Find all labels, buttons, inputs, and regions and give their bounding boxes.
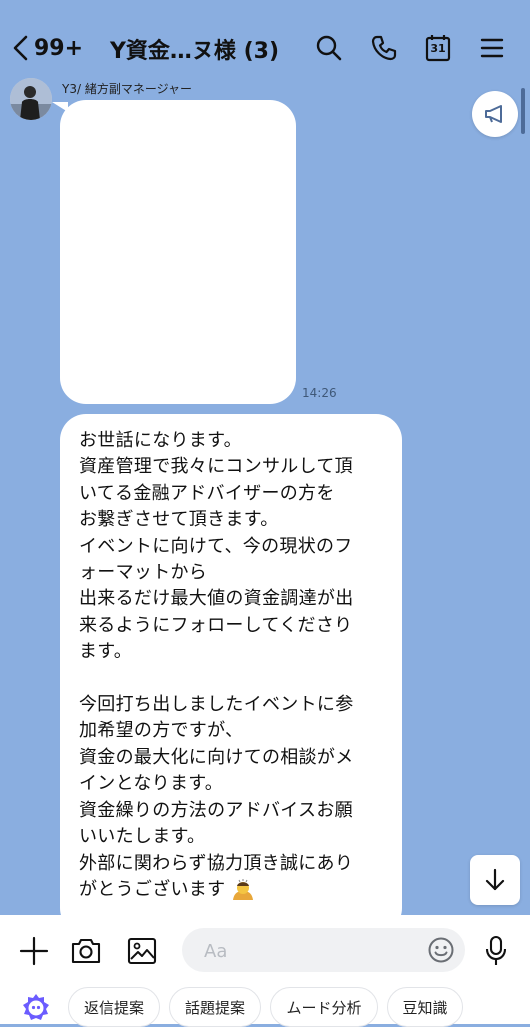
mic-icon [485, 935, 507, 965]
message-line: インとなります。 [79, 773, 224, 795]
message-line-last: がとうございます [79, 877, 399, 903]
back-icon [13, 35, 28, 61]
message-line: 今回打ち出しましたイベントに参 [79, 694, 354, 716]
message-line: 来るようにフォローしてくださり [79, 614, 353, 636]
arrow-down-icon [485, 868, 505, 891]
suggestion-chip-mood[interactable]: ムード分析 [270, 987, 378, 1027]
message-time: 14:26 [302, 386, 337, 400]
announcement-button[interactable] [472, 91, 518, 137]
search-icon [316, 35, 342, 61]
chat-title[interactable]: Y資金…ヌ様 (3) [110, 33, 279, 65]
camera-button[interactable] [66, 931, 106, 971]
message-line-blank [79, 666, 399, 692]
message-line: 資金繰りの方法のアドバイスお願 [79, 799, 353, 821]
sender-name: Y3/ 緒方副マネージャー [62, 82, 192, 96]
add-button[interactable] [14, 931, 54, 971]
message-line: がとうございます [79, 878, 226, 900]
plus-icon [19, 936, 49, 966]
message-input-wrapper [182, 928, 465, 974]
calendar-day: 31 [430, 42, 446, 55]
scroll-down-button[interactable] [470, 855, 520, 905]
message-text: お世話になります。 資産管理で我々にコンサルして頂 いてる金融アドバイザーの方を… [79, 428, 399, 903]
message-line: 資金の最大化に向けての相談がメ [79, 746, 354, 768]
message-line: ォーマットから [79, 562, 208, 584]
avatar-image [10, 78, 52, 120]
gallery-button[interactable] [122, 931, 162, 971]
message-line: お世話になります。 [79, 430, 242, 451]
megaphone-icon [485, 105, 502, 123]
call-button[interactable] [366, 30, 402, 66]
emoji-icon[interactable] [427, 936, 455, 964]
composer-bar: 返信提案 話題提案 ムード分析 豆知識 [0, 915, 530, 1027]
menu-button[interactable] [474, 30, 510, 66]
suggestion-chip-trivia[interactable]: 豆知識 [387, 987, 463, 1027]
calendar-button[interactable]: 31 [420, 30, 456, 66]
message-line: いてる金融アドバイザーの方を [79, 482, 335, 504]
message-line: 外部に関わらず協力頂き誠にあり [79, 852, 354, 874]
search-button[interactable] [311, 30, 347, 66]
image-icon [127, 937, 157, 965]
message-line: いいたします。 [79, 826, 206, 848]
avatar[interactable] [10, 78, 52, 120]
message-input[interactable] [202, 928, 426, 974]
menu-icon [480, 38, 504, 58]
bowing-emoji [233, 878, 254, 900]
voice-button[interactable] [478, 931, 514, 971]
unread-count: 99+ [34, 35, 84, 61]
message-bubble-blank[interactable] [60, 100, 296, 404]
message-line: イベントに向けて、今の現状のフ [79, 535, 353, 557]
message-line: お繋ぎさせて頂きます。 [79, 509, 279, 531]
camera-icon [71, 938, 101, 964]
phone-icon [371, 35, 397, 61]
scrollbar[interactable] [521, 88, 525, 134]
back-button[interactable]: 99+ [12, 28, 104, 68]
message-line: ます。 [79, 641, 133, 663]
message-line: 出来るだけ最大値の資金調達が出 [79, 588, 354, 610]
message-line: 加希望の方ですが、 [79, 720, 244, 742]
ai-assistant-icon[interactable] [20, 992, 52, 1024]
suggestion-chip-reply[interactable]: 返信提案 [68, 987, 160, 1027]
suggestion-chip-topic[interactable]: 話題提案 [169, 987, 261, 1027]
message-line: 資産管理で我々にコンサルして頂 [79, 456, 353, 478]
